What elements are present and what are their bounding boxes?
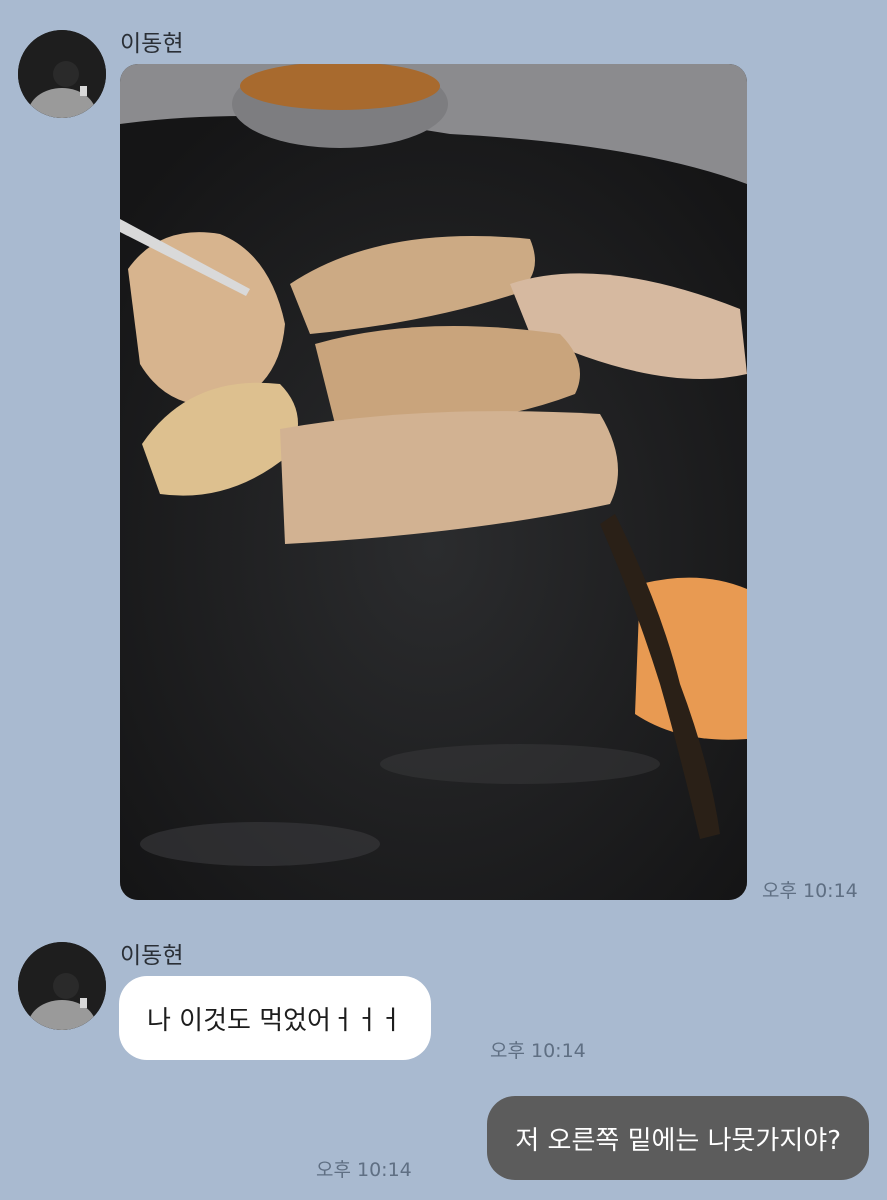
outgoing-message-bubble[interactable]: 저 오른쪽 밑에는 나뭇가지야?: [487, 1096, 869, 1180]
sender-name: 이동현: [120, 31, 184, 57]
incoming-message-timestamp: 오후 10:14: [490, 1040, 586, 1062]
photo-timestamp: 오후 10:14: [762, 880, 858, 902]
shared-photo[interactable]: [120, 64, 747, 900]
sender-avatar[interactable]: [18, 942, 106, 1030]
sender-avatar[interactable]: [18, 30, 106, 118]
outgoing-message-timestamp: 오후 10:14: [316, 1159, 412, 1181]
incoming-message-bubble[interactable]: 나 이것도 먹었어ㅓㅓㅓ: [119, 976, 431, 1060]
sender-name: 이동현: [120, 943, 184, 969]
